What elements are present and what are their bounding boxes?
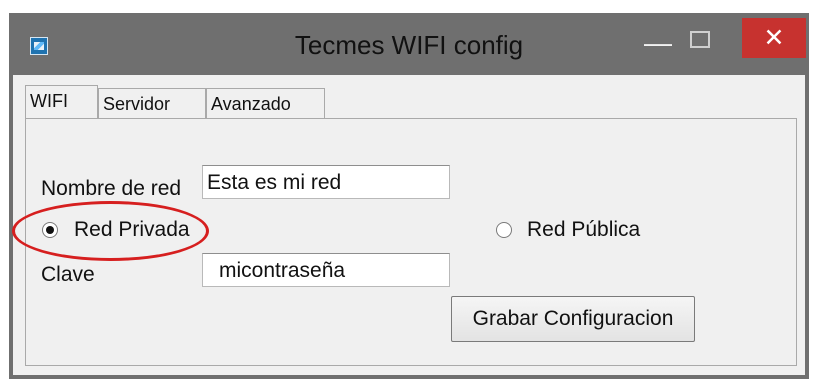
minimize-button[interactable]: — (644, 29, 672, 59)
password-input[interactable]: micontraseña (202, 253, 450, 287)
tab-servidor[interactable]: Servidor (98, 88, 206, 118)
network-name-label: Nombre de red (41, 177, 182, 200)
maximize-button[interactable] (690, 31, 710, 48)
radio-public[interactable] (496, 222, 512, 238)
tab-avanzado[interactable]: Avanzado (206, 88, 325, 118)
title-bar[interactable]: Tecmes WIFI config — ✕ (9, 13, 809, 75)
network-name-input[interactable]: Esta es mi red (202, 165, 450, 199)
radio-public-label: Red Pública (527, 218, 641, 241)
minimize-icon: — (644, 27, 672, 58)
tab-servidor-label: Servidor (103, 94, 171, 114)
close-icon: ✕ (763, 24, 785, 52)
save-config-button[interactable]: Grabar Configuracion (451, 296, 695, 342)
tab-avanzado-label: Avanzado (211, 94, 291, 114)
window-title: Tecmes WIFI config (294, 30, 524, 60)
password-label: Clave (41, 263, 95, 286)
tab-wifi-label: WIFI (30, 91, 68, 111)
tab-wifi[interactable]: WIFI (25, 85, 98, 118)
red-annotation-ellipse (12, 201, 209, 261)
close-button[interactable]: ✕ (742, 18, 806, 58)
